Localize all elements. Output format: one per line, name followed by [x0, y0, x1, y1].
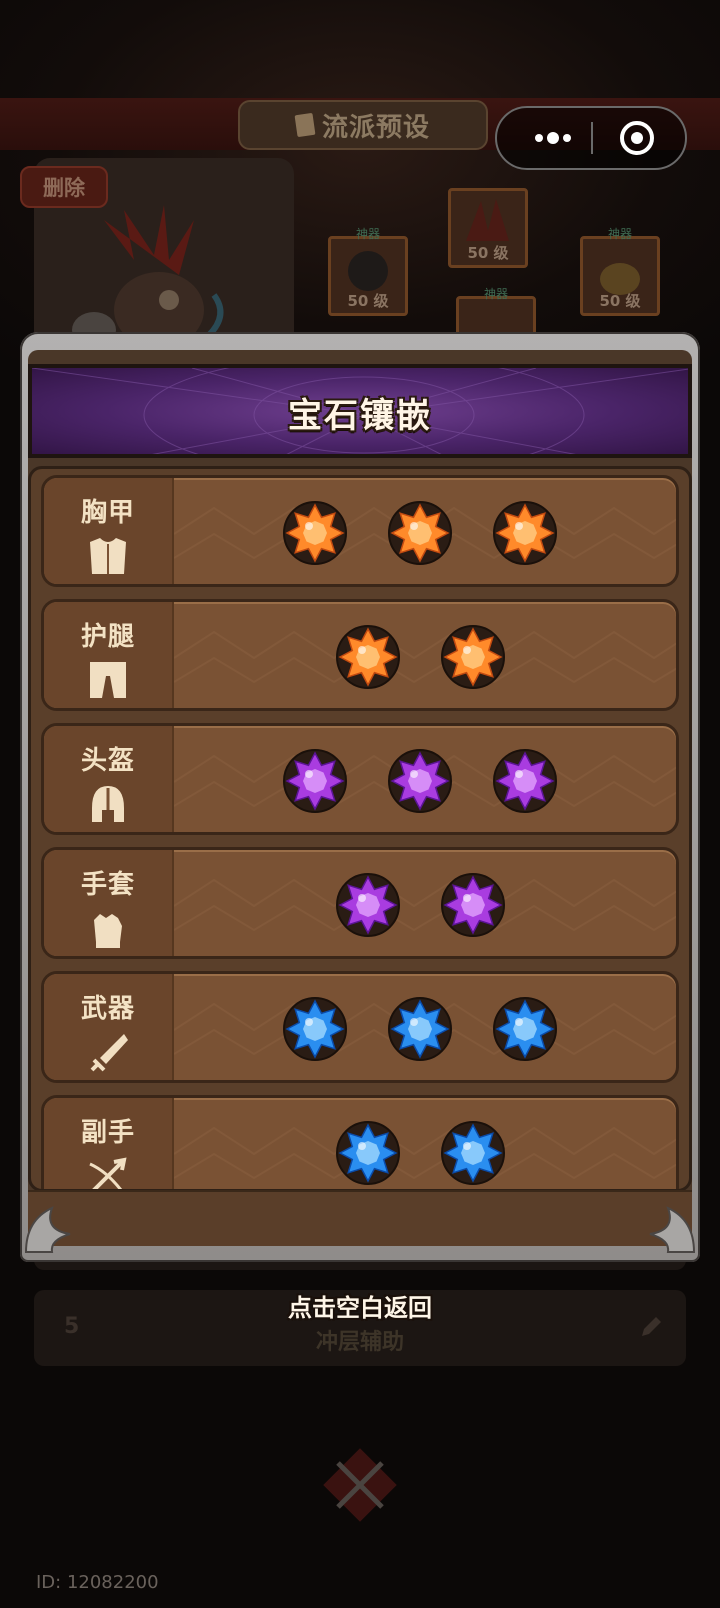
slot-label: 副手	[80, 1118, 135, 1148]
orange-gem-icon[interactable]	[335, 624, 401, 690]
blue-gem-icon[interactable]	[282, 996, 348, 1062]
orange-gem-icon[interactable]	[440, 624, 506, 690]
slot-label: 武器	[80, 994, 135, 1024]
preset-name: 冲层辅助	[315, 1330, 404, 1355]
purple-gem-icon[interactable]	[282, 748, 348, 814]
equip-slot[interactable]: 神器 50 级	[328, 227, 408, 316]
purple-gem-icon[interactable]	[440, 872, 506, 938]
slot-label: 手套	[80, 870, 135, 900]
corner-ornament-left	[24, 1206, 71, 1253]
gem-slot-list[interactable]: 胸甲护腿头盔手套武器副手	[28, 466, 692, 1192]
slot-label: 护腿	[80, 622, 135, 652]
dialog-header: 宝石镶嵌	[28, 364, 692, 458]
equip-slot[interactable]: 50 级	[448, 188, 528, 268]
screen-title: 流派预设	[321, 112, 430, 143]
hero-portrait	[72, 205, 224, 348]
blue-gem-icon[interactable]	[335, 1120, 401, 1186]
screen-title-plate: 流派预设	[238, 100, 488, 150]
leg-armor-icon	[90, 662, 126, 698]
purple-gem-icon[interactable]	[492, 748, 558, 814]
row-pattern	[174, 878, 676, 932]
crossed-swords-icon	[323, 1448, 397, 1522]
purple-gem-icon[interactable]	[335, 872, 401, 938]
gem-row[interactable]: 手套	[41, 847, 679, 959]
gem-row[interactable]: 护腿	[41, 599, 679, 711]
orange-gem-icon[interactable]	[387, 500, 453, 566]
slot-label: 头盔	[80, 746, 135, 776]
gem-row[interactable]: 武器	[41, 971, 679, 1083]
slot-label-column: 手套	[44, 850, 174, 956]
list-footer	[28, 1190, 692, 1246]
blue-gem-icon[interactable]	[387, 996, 453, 1062]
orange-gem-icon[interactable]	[282, 500, 348, 566]
chest-armor-icon	[90, 538, 126, 574]
slot-label-column: 护腿	[44, 602, 174, 708]
miniprogram-capsule	[495, 106, 687, 170]
row-pattern	[174, 630, 676, 684]
gem-row[interactable]: 副手	[41, 1095, 679, 1189]
equip-slot[interactable]: 神器 50 级	[580, 227, 660, 316]
slot-label: 胸甲	[80, 498, 135, 528]
offhand-icon	[89, 1157, 127, 1189]
weapon-icon	[90, 1034, 128, 1072]
user-id: ID: 12082200	[36, 1572, 159, 1593]
capsule-divider	[591, 122, 593, 154]
slot-label-column: 武器	[44, 974, 174, 1080]
purple-gem-icon[interactable]	[387, 748, 453, 814]
book-icon	[294, 112, 316, 138]
slot-label-column: 头盔	[44, 726, 174, 832]
slot-label-column: 胸甲	[44, 478, 174, 584]
more-options-icon[interactable]	[519, 108, 587, 168]
corner-ornament-right	[649, 1206, 696, 1253]
orange-gem-icon[interactable]	[492, 500, 558, 566]
tap-blank-to-return-hint[interactable]: 点击空白返回	[0, 1288, 720, 1323]
glove-icon	[94, 914, 122, 948]
helmet-icon	[92, 786, 124, 822]
gem-row[interactable]: 头盔	[41, 723, 679, 835]
gem-row[interactable]: 胸甲	[41, 475, 679, 587]
row-pattern	[174, 1126, 676, 1180]
blue-gem-icon[interactable]	[440, 1120, 506, 1186]
slot-label-column: 副手	[44, 1098, 174, 1189]
blue-gem-icon[interactable]	[492, 996, 558, 1062]
close-miniprogram-icon[interactable]	[607, 108, 671, 168]
dialog-title: 宝石镶嵌	[288, 396, 432, 436]
